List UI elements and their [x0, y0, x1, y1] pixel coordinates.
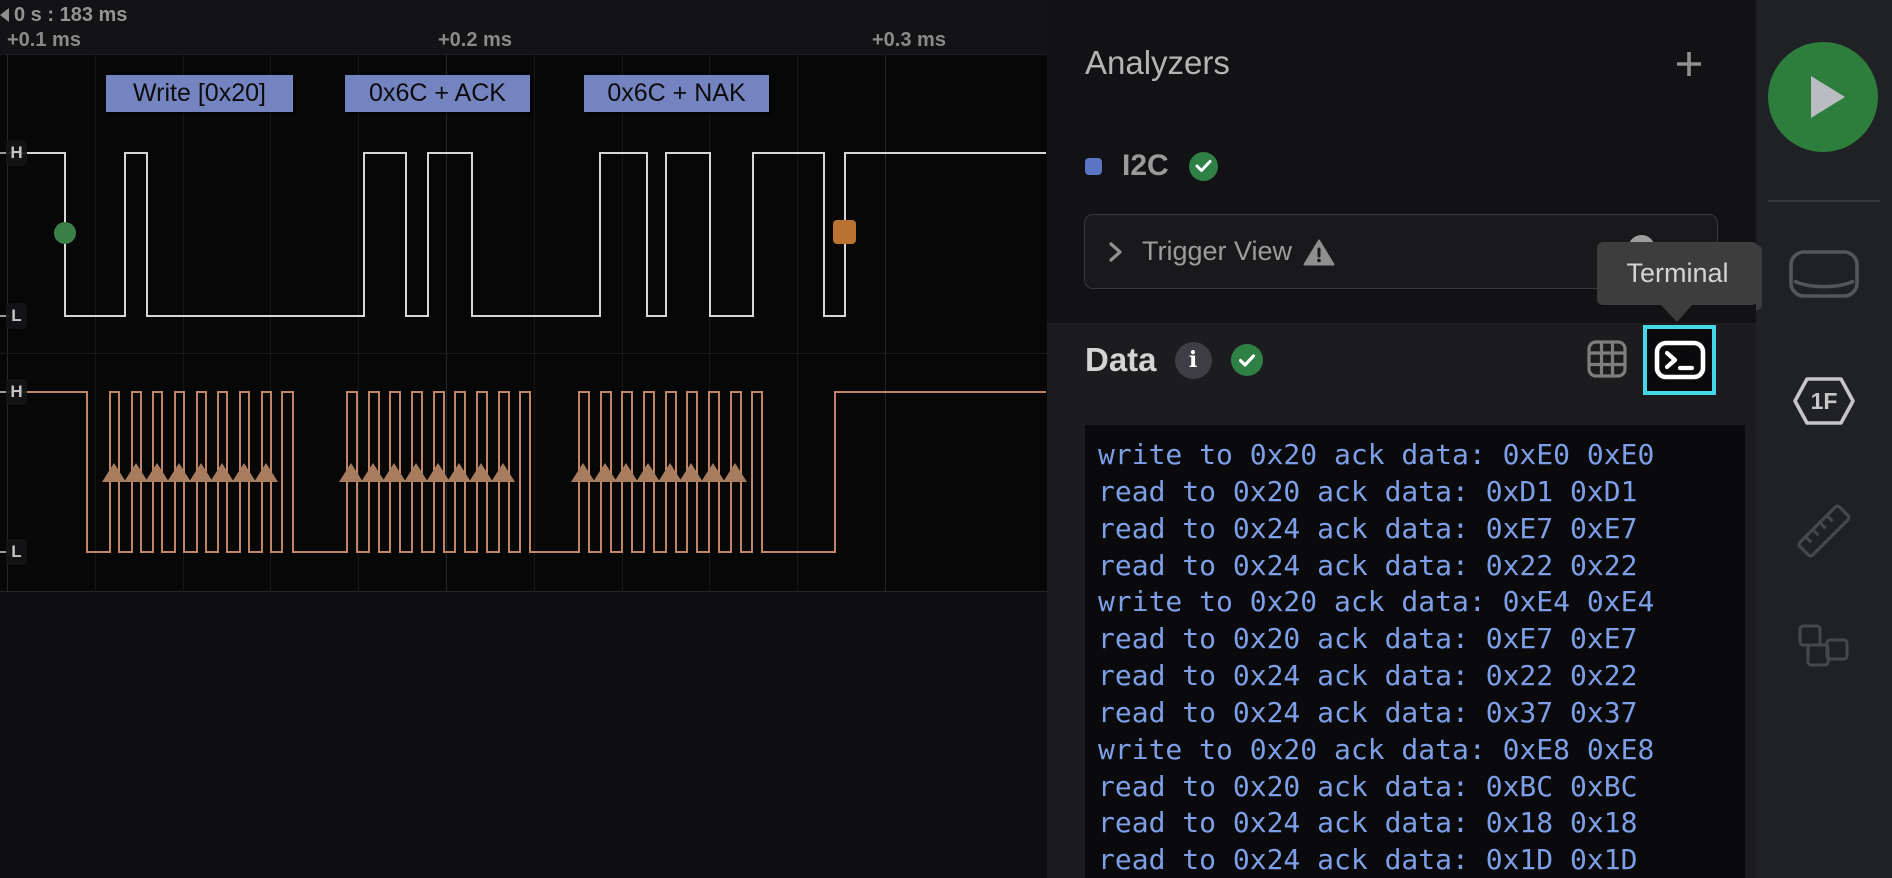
rise-edge-marker-icon: [614, 463, 638, 482]
start-capture-button[interactable]: [1768, 42, 1878, 152]
terminal-line: read to 0x24 ack data: 0x1D 0x1D: [1098, 843, 1638, 877]
grid-icon: [1587, 340, 1627, 378]
level-label-chip: H: [6, 140, 27, 166]
rise-edge-marker-icon: [404, 463, 428, 482]
analyzer-color-swatch: [1085, 157, 1102, 175]
terminal-line: read to 0x20 ack data: 0xE7 0xE7: [1098, 622, 1638, 656]
chevron-right-icon: [1109, 241, 1122, 262]
terminal-line: read to 0x20 ack data: 0xD1 0xD1: [1098, 474, 1638, 508]
app-window: 0 s : 183 ms +0.1 ms +0.2 ms +0.3 ms Write…: [0, 0, 1892, 878]
analyzer-name: I2C: [1122, 149, 1169, 182]
layout-button[interactable]: [1798, 624, 1850, 670]
info-icon[interactable]: i: [1174, 341, 1212, 379]
rise-edge-marker-icon: [145, 463, 169, 482]
rise-edge-marker-icon: [189, 463, 213, 482]
rise-edge-marker-icon: [102, 463, 126, 482]
rise-edge-marker-icon: [491, 463, 515, 482]
timeline-range-marker: 0 s : 183 ms: [0, 4, 127, 26]
panel-title: Analyzers: [1085, 44, 1230, 81]
timeline-tick-label: +0.2 ms: [438, 29, 512, 51]
capture-toolbar: 1F: [1756, 0, 1892, 878]
terminal-lines: write to 0x20 ack data: 0xE0 0xE0 read to…: [1098, 437, 1654, 878]
timeline-tick-label: +0.1 ms: [7, 29, 81, 51]
data-title: Data: [1085, 341, 1157, 378]
play-icon: [1810, 76, 1845, 118]
range-label: 0 s : 183 ms: [14, 3, 128, 26]
tooltip-text: Terminal: [1626, 258, 1729, 288]
terminal-line: read to 0x24 ack data: 0x22 0x22: [1098, 659, 1638, 693]
waveform-canvas-area[interactable]: Write [0x20] 0x6C + ACK 0x6C + NAK H L H L: [0, 55, 1047, 592]
tooltip-caret: [1660, 304, 1693, 322]
rise-edge-marker-icon: [254, 463, 278, 482]
capture-mode-label: 1F: [1810, 387, 1838, 414]
terminal-line: read to 0x24 ack data: 0x22 0x22: [1098, 548, 1638, 582]
terminal-line: read to 0x24 ack data: 0xE7 0xE7: [1098, 511, 1638, 545]
i2c-stop-marker-icon: [833, 220, 856, 244]
level-label-chip: L: [6, 303, 27, 329]
terminal-view-button[interactable]: [1643, 325, 1716, 395]
rise-edge-marker-icon: [469, 463, 493, 482]
capture-mode-button[interactable]: 1F: [1792, 376, 1856, 426]
data-section: Data i write to 0x20 ack data: 0xE0 0xE0…: [1047, 323, 1756, 878]
rise-edge-marker-icon: [701, 463, 725, 482]
range-caret-icon: [0, 8, 9, 22]
analyzer-row-i2c[interactable]: I2C: [1085, 146, 1218, 186]
protocol-annotation: Write [0x20]: [106, 75, 293, 112]
rise-edge-marker-icon: [571, 463, 595, 482]
waveform-traces: [0, 152, 1046, 553]
trigger-view-label: Trigger View: [1142, 236, 1293, 266]
check-circle-icon: [1230, 344, 1263, 376]
add-analyzer-button[interactable]: [1667, 42, 1711, 86]
device-settings-button[interactable]: [1786, 248, 1862, 300]
toolbar-divider: [1768, 200, 1880, 202]
terminal-line: read to 0x24 ack data: 0x18 0x18: [1098, 806, 1638, 840]
rise-edge-marker-icon: [210, 463, 234, 482]
blocks-icon: [1798, 624, 1849, 667]
i2c-start-marker-icon: [54, 222, 76, 244]
device-icon: [1789, 250, 1859, 298]
plus-icon: [1677, 52, 1701, 76]
terminal-line: write to 0x20 ack data: 0xE4 0xE4: [1098, 585, 1655, 619]
rise-edge-marker-icon: [339, 463, 363, 482]
waveform-region[interactable]: 0 s : 183 ms +0.1 ms +0.2 ms +0.3 ms Write…: [0, 0, 1047, 878]
rise-edge-marker-icon: [636, 463, 660, 482]
trace-channel-0-sda: [0, 152, 1046, 317]
analyzers-panel: Analyzers I2C Trigger View Data i write …: [1047, 0, 1756, 878]
rise-edge-marker-icon: [679, 463, 703, 482]
measure-button[interactable]: [1794, 502, 1854, 560]
level-label-chip: H: [6, 379, 27, 405]
rise-edge-marker-icon: [361, 463, 385, 482]
protocol-annotation: 0x6C + NAK: [584, 75, 769, 112]
rise-edge-marker-icon: [426, 463, 450, 482]
terminal-line: write to 0x20 ack data: 0xE0 0xE0: [1098, 438, 1655, 471]
rise-edge-marker-icon: [124, 463, 148, 482]
protocol-annotation: 0x6C + ACK: [345, 75, 530, 112]
data-section-header: Data i: [1085, 340, 1263, 380]
ruler-icon: [1797, 504, 1851, 558]
rise-edge-marker-icon: [382, 463, 406, 482]
check-circle-icon: [1188, 151, 1218, 181]
rise-edge-marker-icon: [723, 463, 747, 482]
terminal-output[interactable]: write to 0x20 ack data: 0xE0 0xE0 read to…: [1085, 425, 1745, 878]
rise-edge-marker-icon: [167, 463, 191, 482]
terminal-line: read to 0x20 ack data: 0xBC 0xBC: [1098, 769, 1638, 803]
warning-icon: [1303, 239, 1335, 266]
rise-edge-marker-icon: [658, 463, 682, 482]
table-view-button[interactable]: [1587, 339, 1627, 379]
timeline-ruler[interactable]: 0 s : 183 ms +0.1 ms +0.2 ms +0.3 ms: [0, 0, 1047, 55]
rise-edge-marker-icon: [232, 463, 256, 482]
terminal-line: write to 0x20 ack data: 0xE8 0xE8: [1098, 732, 1655, 766]
terminal-icon: [1654, 340, 1705, 380]
terminal-line: read to 0x24 ack data: 0x37 0x37: [1098, 695, 1638, 729]
rise-edge-marker-icon: [447, 463, 471, 482]
timeline-tick-label: +0.3 ms: [872, 29, 946, 51]
level-label-chip: L: [6, 539, 27, 565]
terminal-tooltip: Terminal: [1597, 242, 1758, 305]
rise-edge-marker-icon: [593, 463, 617, 482]
